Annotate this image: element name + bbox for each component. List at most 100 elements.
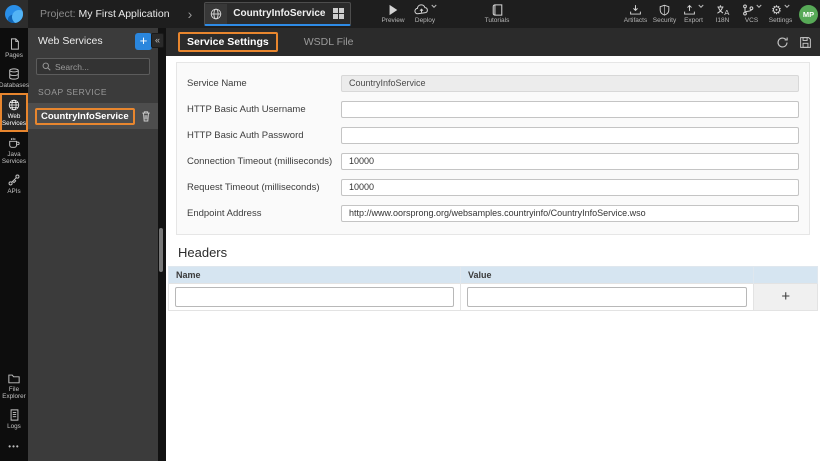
rail-label: Pages [5,52,23,59]
shield-icon [659,4,670,16]
sidebar-item-pages[interactable]: Pages [0,33,28,63]
log-file-icon [10,409,18,421]
wavemaker-logo-icon [5,5,23,23]
endpoint-address-input[interactable] [341,204,799,222]
connector-icon [8,174,20,186]
rail-label: Logs [7,423,21,430]
rail-label: Web Services [1,113,27,127]
document-tab-countryinfoservice[interactable]: CountryInfoService [204,2,352,26]
refresh-button[interactable] [776,36,789,49]
column-header-value: Value [460,266,755,284]
security-button[interactable]: Security [650,0,679,28]
tab-service-settings[interactable]: Service Settings [178,32,278,52]
rail-label: Databases [0,82,30,89]
gear-icon: ⚙ [771,3,782,17]
globe-icon [205,3,228,24]
web-services-panel: Web Services + « SOAP SERVICE CountryInf… [28,28,164,461]
preview-label: Preview [381,17,405,24]
preview-button[interactable]: Preview [376,0,410,28]
panel-header: Web Services + [28,28,158,54]
trash-icon[interactable] [141,110,151,122]
sidebar-item-apis[interactable]: APIs [0,169,28,199]
header-name-input[interactable] [175,287,455,307]
form-row: HTTP Basic Auth Username [187,96,799,122]
artifacts-button[interactable]: Artifacts [621,0,650,28]
search-input[interactable] [55,61,144,72]
left-nav-rail: Pages Databases Web Services Java Servic… [0,28,30,461]
save-button[interactable] [799,36,812,49]
settings-button[interactable]: ⚙ Settings [766,0,795,28]
wavemaker-logo[interactable] [0,0,28,28]
sidebar-item-logs[interactable]: Logs [0,404,28,434]
database-icon [9,68,19,80]
field-label-endpoint-address: Endpoint Address [187,207,262,219]
header-value-input[interactable] [467,287,748,307]
vcs-label: VCS [744,17,759,24]
form-row: HTTP Basic Auth Password [187,122,799,148]
artifacts-label: Artifacts [623,17,648,24]
rail-label: File Explorer [2,386,26,400]
editor-tab-bar: Service Settings WSDL File [166,28,820,56]
soap-service-section-label: SOAP SERVICE [38,87,107,97]
connection-timeout-input[interactable] [341,152,799,170]
security-label: Security [652,17,677,24]
more-options-button[interactable]: ••• [0,434,28,461]
git-branch-icon [742,4,753,16]
settings-label: Settings [768,17,793,24]
collapse-panel-button[interactable]: « [151,33,164,48]
add-service-button[interactable]: + [135,32,152,50]
service-settings-form: Service Name HTTP Basic Auth Username HT… [176,62,810,235]
book-icon [492,4,502,16]
export-label: Export [684,17,703,24]
project-breadcrumb: Project: My First Application [40,8,170,20]
headers-table: Name Value + [167,266,818,311]
rail-label: Java Services [1,151,27,165]
cloud-upload-icon [413,4,428,15]
service-search[interactable] [36,58,150,75]
export-button[interactable]: Export [679,0,708,28]
form-row: Service Name [187,70,799,96]
service-name: CountryInfoService [35,107,135,125]
tab-wsdl-file[interactable]: WSDL File [304,36,354,48]
vcs-button[interactable]: VCS [737,0,766,28]
column-header-actions [753,266,818,284]
sidebar-item-databases[interactable]: Databases [0,63,30,93]
form-row: Endpoint Address [187,200,799,226]
add-header-row-button[interactable]: + [781,289,790,304]
service-name-input[interactable] [341,74,799,92]
chevron-down-icon [755,4,762,8]
form-row: Connection Timeout (milliseconds) [187,148,799,174]
document-tab-label: CountryInfoService [233,8,326,19]
tutorials-label: Tutorials [484,17,510,24]
i18n-label: I18N [715,17,730,24]
grid-icon[interactable] [333,8,345,19]
scrollbar-thumb[interactable] [159,228,163,272]
field-label-password: HTTP Basic Auth Password [187,129,304,141]
panel-title: Web Services [38,35,103,47]
service-list-item-countryinfoservice[interactable]: CountryInfoService [28,103,158,129]
vertical-scrollbar[interactable] [158,28,166,461]
sidebar-item-web-services[interactable]: Web Services [0,93,28,132]
http-basic-auth-username-input[interactable] [341,100,799,118]
chevron-down-icon [430,4,437,8]
sidebar-item-java-services[interactable]: Java Services [0,132,28,169]
chevron-right-icon: › [187,6,193,22]
form-row: Request Timeout (milliseconds) [187,174,799,200]
service-settings-content: Service Name HTTP Basic Auth Username HT… [166,56,820,461]
deploy-button[interactable]: Deploy [406,0,444,28]
user-avatar[interactable]: MP [799,4,818,24]
i18n-button[interactable]: A I18N [708,0,737,28]
download-icon [630,5,641,15]
headers-table-header-row: Name Value [167,266,818,284]
rail-label: APIs [7,188,21,195]
coffee-cup-icon [9,137,20,148]
sidebar-item-file-explorer[interactable]: File Explorer [0,368,28,404]
translate-icon: A [716,5,730,16]
main-editor-area: Service Settings WSDL File Service Name … [166,28,820,461]
svg-text:A: A [724,8,730,16]
folder-icon [8,374,20,384]
page-icon [10,38,19,50]
request-timeout-input[interactable] [341,178,799,196]
tutorials-button[interactable]: Tutorials [476,0,518,28]
http-basic-auth-password-input[interactable] [341,126,799,144]
